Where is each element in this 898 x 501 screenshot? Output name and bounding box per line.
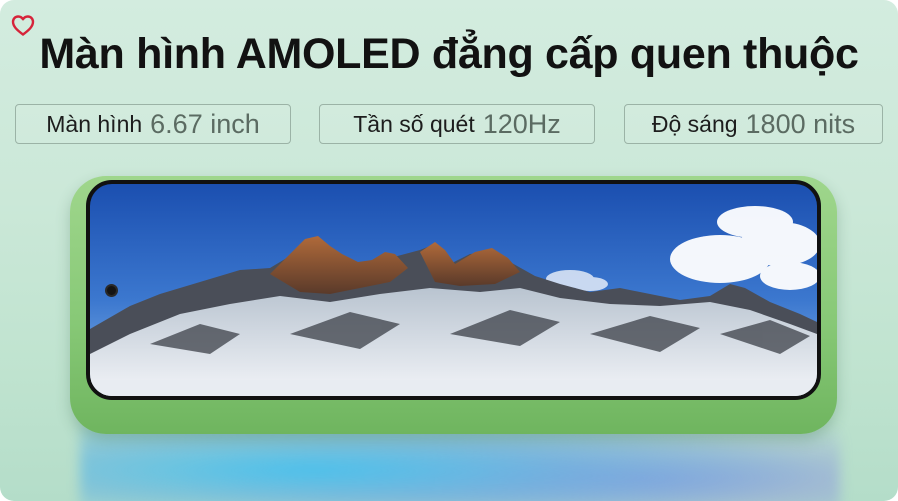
heart-icon[interactable] xyxy=(10,12,36,38)
spec-screen-size: Màn hình 6.67 inch xyxy=(15,104,291,144)
spec-label: Tần số quét xyxy=(353,110,475,137)
spec-brightness: Độ sáng 1800 nits xyxy=(624,104,883,144)
spec-refresh-rate: Tần số quét 120Hz xyxy=(319,104,595,144)
spec-value: 6.67 inch xyxy=(150,108,260,139)
mountain-wallpaper xyxy=(90,184,817,396)
spec-value: 120Hz xyxy=(482,108,561,139)
banner-title: Màn hình AMOLED đẳng cấp quen thuộc xyxy=(39,30,859,78)
spec-value: 1800 nits xyxy=(745,108,856,139)
product-banner: Màn hình AMOLED đẳng cấp quen thuộc Màn … xyxy=(0,0,898,501)
front-camera xyxy=(105,284,118,297)
phone-screen xyxy=(86,180,821,400)
spec-label: Độ sáng xyxy=(651,110,738,137)
spec-label: Màn hình xyxy=(46,110,143,137)
heart-icon xyxy=(11,15,35,36)
